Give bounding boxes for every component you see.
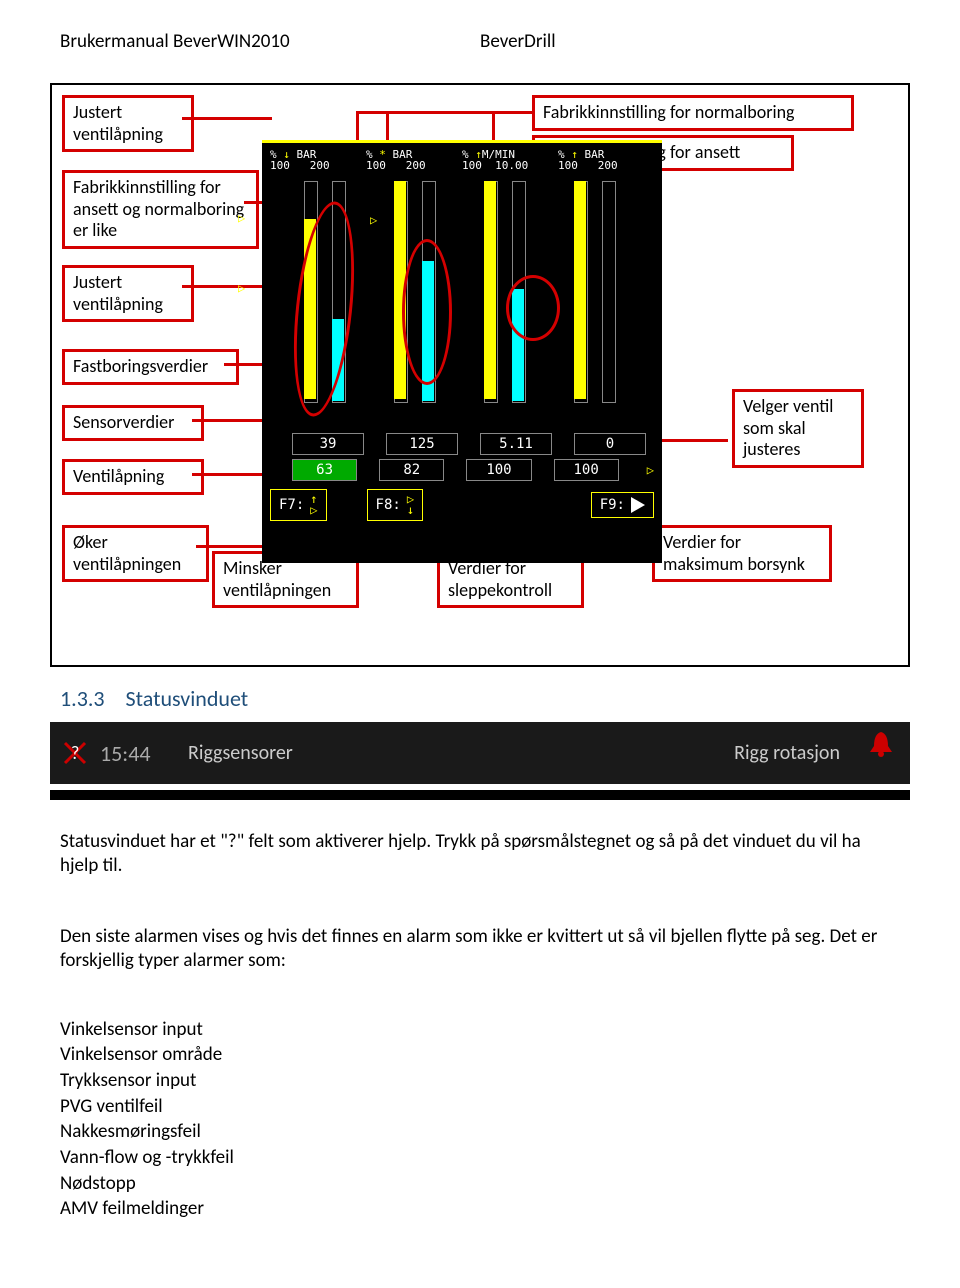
list-item: Vann-flow og -trykkfeil [60, 1145, 900, 1171]
section-heading: 1.3.3 Statusvinduet [0, 667, 960, 716]
value-cell-active: 63 [292, 459, 357, 481]
status-bar: ? 15:44 Riggsensorer Rigg rotasjon [50, 722, 910, 790]
label-oker-ventilaapningen: Øker ventilåpningen [62, 525, 209, 582]
alarm-bell-icon[interactable] [866, 728, 896, 764]
gauge-header-4: % ↑ BAR 100 200 [558, 149, 654, 171]
value-cell: 39 [292, 433, 364, 455]
list-item: Trykksensor input [60, 1068, 900, 1094]
label-justert-ventilaapning-2: Justert ventilåpning [62, 265, 194, 322]
list-item: AMV feilmeldinger [60, 1196, 900, 1222]
label-verdier-maksimum-borsynk: Verdier for maksimum borsynk [652, 525, 832, 582]
label-fastboringsverdier: Fastboringsverdier [62, 349, 239, 385]
ellipse-gauge-2 [402, 239, 452, 385]
section-title: Statusvinduet [126, 685, 249, 712]
marker-icon: ▷ [238, 281, 245, 295]
label-fabrikkinnstilling-normalboring: Fabrikkinnstilling for normalboring [532, 95, 854, 131]
list-item: Vinkelsensor område [60, 1042, 900, 1068]
divider [50, 790, 910, 800]
page-header: Brukermanual BeverWIN2010 BeverDrill [0, 0, 960, 63]
doc-section: BeverDrill [480, 30, 900, 53]
gauge-header-1: % ↓ BAR 100 200 [270, 149, 366, 171]
marker-icon: ▷ [641, 463, 654, 477]
gauge-2: ▷ [386, 179, 456, 409]
label-ventilaapning: Ventilåpning [62, 459, 204, 495]
label-velger-ventil: Velger ventil som skal justeres [732, 389, 864, 468]
f9-button[interactable]: F9: [591, 492, 654, 518]
values-row-2: 63 82 100 100 ▷ [262, 455, 662, 481]
value-cell: 100 [554, 459, 619, 481]
values-row-1: 39 125 5.11 0 [262, 429, 662, 455]
marker-icon: ▷ [238, 211, 245, 225]
paragraph: Statusvinduet har et "?" felt som aktive… [60, 830, 900, 878]
function-keys-row: F7: ↑▷ F8: ▷↓ F9: [262, 481, 662, 521]
value-cell: 5.11 [480, 433, 552, 455]
value-cell: 100 [466, 459, 531, 481]
value-cell: 125 [386, 433, 458, 455]
label-fabrikkinnstilling-like: Fabrikkinnstilling for ansett og normalb… [62, 170, 259, 249]
question-icon: ? [61, 739, 89, 767]
gauge-3 [476, 179, 546, 409]
status-time: 15:44 [100, 740, 180, 767]
status-text-1: Riggsensorer [180, 741, 734, 765]
f7-button[interactable]: F7: ↑▷ [270, 489, 327, 521]
f8-button[interactable]: F8: ▷↓ [367, 489, 424, 521]
list-item: Nakkesmøringsfeil [60, 1119, 900, 1145]
list-item: Nødstopp [60, 1171, 900, 1197]
list-item: Vinkelsensor input [60, 1017, 900, 1043]
gauge-header-2: % * BAR 100 200 [366, 149, 462, 171]
label-justert-ventilaapning-1: Justert ventilåpning [62, 95, 194, 152]
gauge-1 [296, 179, 366, 409]
marker-icon: ▷ [370, 213, 377, 227]
body-text: Statusvinduet har et "?" felt som aktive… [0, 800, 960, 973]
arrow-right-icon [631, 497, 645, 513]
paragraph: Den siste alarmen vises og hvis det finn… [60, 925, 900, 973]
gauge-4 [566, 179, 636, 409]
section-number: 1.3.3 [60, 685, 121, 712]
gauge-header-3: % ↑M/MIN 100 10.00 [462, 149, 558, 171]
gauges-row: ▷ ▷ ▷ [262, 171, 662, 429]
value-cell: 82 [379, 459, 444, 481]
svg-text:?: ? [71, 742, 79, 764]
list-item: PVG ventilfeil [60, 1094, 900, 1120]
drilling-screen: % ↓ BAR 100 200 % * BAR 100 200 % ↑M/MIN… [262, 140, 662, 563]
value-cell: 0 [574, 433, 646, 455]
doc-title: Brukermanual BeverWIN2010 [60, 30, 480, 53]
ellipse-gauge-3 [506, 275, 560, 341]
help-button[interactable]: ? [50, 739, 100, 767]
alarm-types-list: Vinkelsensor input Vinkelsensor område T… [0, 997, 960, 1222]
figure-annotated-screenshot: Justert ventilåpning Fabrikkinnstilling … [50, 83, 910, 667]
ellipse-gauge-1 [285, 199, 363, 420]
label-sensorverdier: Sensorverdier [62, 405, 204, 441]
